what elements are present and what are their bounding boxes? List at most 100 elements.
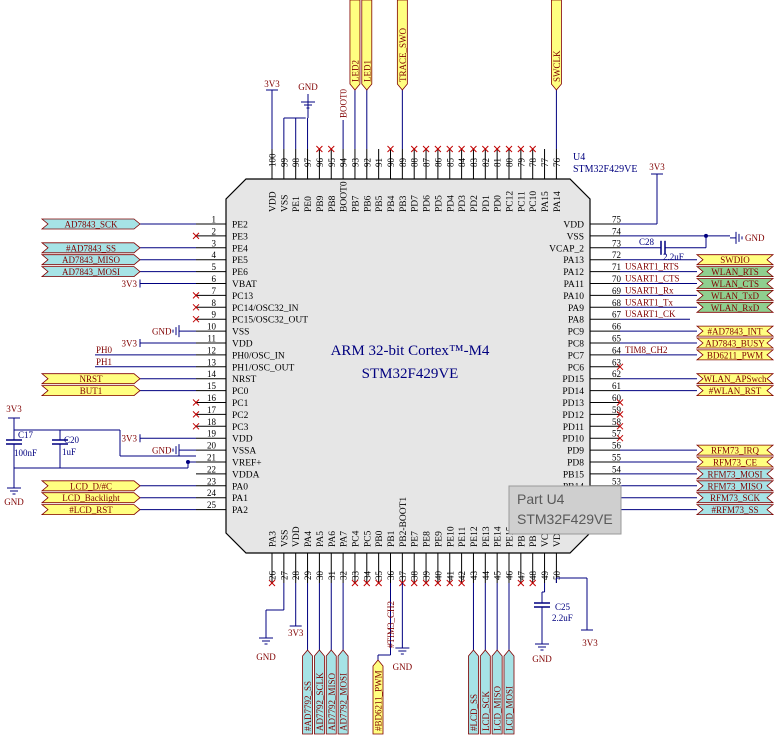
top-pin-name-92: PB6 (363, 195, 373, 212)
right-pin-number-53: 53 (612, 476, 622, 486)
left-pin-number-4: 4 (212, 250, 217, 260)
bottom-gnd-text-3: GND (532, 654, 552, 664)
top-pin-name-84: PD3 (458, 195, 468, 212)
left-pin-name-15: PC0 (232, 387, 249, 397)
right-net-text-67: USART1_CK (625, 309, 676, 319)
bottom-pin-number-46: 46 (505, 571, 515, 581)
bottom-pin-name-26: PA3 (269, 531, 279, 547)
right-net-label-66: #AD7843_INT (708, 327, 763, 337)
top-gnd-text: GND (298, 82, 318, 92)
left-pin-name-22: VDDA (232, 470, 260, 480)
top-pin-number-95: 95 (327, 158, 337, 168)
right-pin-number-73: 73 (612, 238, 622, 248)
right-pin-name-54: PB15 (563, 470, 584, 480)
left-pin-number-22: 22 (207, 464, 216, 474)
bottom-pin-name-30: PA5 (316, 531, 326, 547)
right-net-label-72: SWDIO (720, 255, 750, 265)
top-pin-name-78: PC10 (529, 191, 539, 212)
left-pin-name-19: VDD (232, 435, 253, 445)
left-net-label-23: LCD_D/#C (70, 481, 112, 491)
left-pin-name-4: PE5 (232, 256, 248, 266)
right-pin-name-67: PA8 (568, 316, 584, 326)
bottom-pin-number-41: 41 (445, 571, 455, 580)
left-net-label-14: NRST (79, 374, 103, 384)
right-net-label-69: WLAN_TxD (711, 291, 759, 301)
bottom-pin-name-37: PB2-BOOT1 (399, 497, 409, 547)
left-net-label-15: BUT1 (80, 386, 103, 396)
right-pin-name-74: VSS (567, 232, 584, 242)
bottom-pin-number-28: 28 (291, 571, 301, 581)
bottom-label-lcd-0: #LCD_SS (469, 694, 479, 731)
right-pin-number-58: 58 (612, 417, 622, 427)
right-pin-number-65: 65 (612, 334, 622, 344)
top-boot0-net: BOOT0 (339, 89, 349, 118)
bottom-pin-number-47: 47 (516, 571, 526, 581)
bottom-tim-net: #TIM3_CH2 (386, 601, 396, 648)
top-pin-number-97: 97 (303, 158, 313, 168)
left-net-label-5: AD7843_MOSI (62, 267, 120, 277)
right-pin-name-57: PD10 (562, 435, 584, 445)
left-pin-number-11: 11 (207, 334, 216, 344)
top-pin-name-86: PD5 (434, 195, 444, 212)
bottom-pin-name-36: PB1 (387, 530, 397, 547)
left-pin-name-20: VSSA (232, 447, 256, 457)
left-pin-name-23: PA0 (232, 482, 248, 492)
right-pin-name-65: PC8 (568, 340, 585, 350)
bottom-pin-number-34: 34 (362, 571, 372, 581)
schematic-canvas: ARM 32-bit Cortex™-M4STM32F429VEU4STM32F… (4, 0, 775, 735)
top-pin-name-79: PC11 (517, 191, 527, 212)
right-pin-name-75: VDD (563, 221, 584, 231)
right-net-label-55: RFM73_CE (713, 458, 758, 468)
bottom-pin-name-40: PE9 (434, 531, 444, 547)
c17-value: 100nF (14, 448, 37, 458)
right-net-label-61: #WLAN_RST (709, 386, 762, 396)
top-pin-name-98: PE1 (292, 196, 302, 212)
top-pin-name-97: PE0 (304, 196, 314, 212)
right-pin-name-62: PD15 (562, 375, 584, 385)
bottom-pin-name-39: PE8 (423, 531, 433, 547)
top-label-led2: LED2 (350, 60, 360, 82)
bottom-pin-number-31: 31 (327, 571, 337, 580)
top-pin-number-93: 93 (350, 158, 360, 168)
bottom-pin-number-44: 44 (481, 571, 491, 581)
top-pin-name-96: PB9 (316, 195, 326, 212)
left-net-label-3: #AD7843_SS (66, 243, 116, 253)
left-pin-name-7: PC13 (232, 292, 253, 302)
right-net-text-69: USART1_Rx (625, 285, 674, 295)
top-pin-name-80: PC12 (506, 191, 516, 212)
top-pin-name-99: VSS (280, 195, 290, 212)
bottom-pin-number-40: 40 (433, 571, 443, 581)
bottom-pin-name-27: VSS (280, 530, 290, 547)
left-pin-name-3: PE4 (232, 244, 248, 254)
left-pin-name-21: VREF+ (232, 459, 262, 469)
right-pin-number-56: 56 (612, 441, 622, 451)
ic-subtitle: STM32F429VE (362, 366, 459, 382)
top-pin-name-95: PB8 (328, 195, 338, 212)
right-pin-name-59: PD12 (562, 411, 584, 421)
left-pin-name-2: PE3 (232, 232, 248, 242)
left-pin-name-6: VBAT (232, 280, 257, 290)
bottom-pin-number-26: 26 (268, 571, 278, 581)
right-pin-number-62: 62 (612, 369, 621, 379)
bottom-pin-number-27: 27 (279, 571, 289, 581)
bottom-pin-name-32: PA7 (340, 531, 350, 547)
c28-ref: C28 (639, 237, 655, 247)
c20-value: 1uF (62, 447, 76, 457)
left-pin-name-8: PC14/OSC32_IN (232, 304, 299, 314)
left-pin-name-9: PC15/OSC32_OUT (232, 316, 308, 326)
left-pin-name-10: VSS (232, 328, 249, 338)
right-pin-number-72: 72 (612, 250, 621, 260)
right-net-label-56: RFM73_IRQ (711, 446, 760, 456)
top-pin-number-84: 84 (457, 158, 467, 168)
bottom-pin-name-42: PE11 (458, 527, 468, 547)
top-pin-name-91: PB5 (375, 195, 385, 212)
right-net-label-53: RFM73_MISO (707, 481, 763, 491)
left-pin-number-7: 7 (212, 286, 217, 296)
bottom-pin-name-45: PE14 (494, 526, 504, 547)
top-pin-name-83: PD2 (470, 195, 480, 212)
c20-ref: C20 (64, 435, 80, 445)
c17-ref: C17 (18, 430, 34, 440)
left-pin-number-6: 6 (212, 274, 217, 284)
right-pin-number-57: 57 (612, 429, 622, 439)
top-pin-name-77: PA15 (541, 191, 551, 212)
